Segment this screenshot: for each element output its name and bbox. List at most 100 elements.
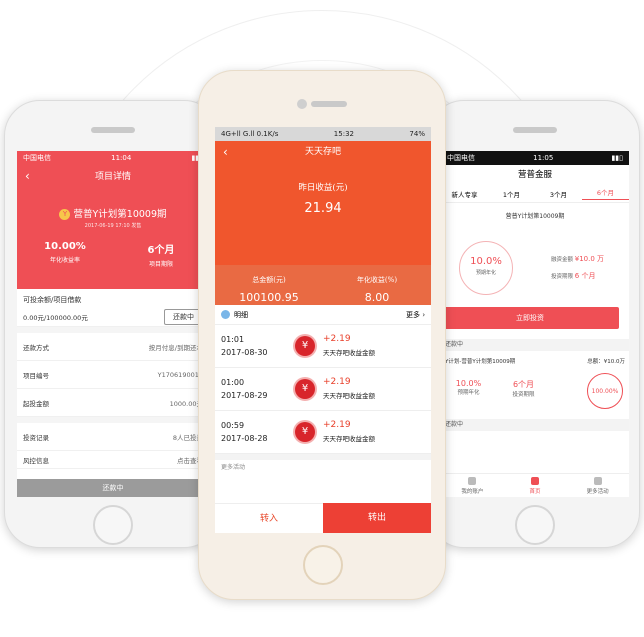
yesterday-label: 昨日收益(元) <box>298 183 348 193</box>
yesterday-value: 21.94 <box>304 201 342 216</box>
back-icon[interactable]: ‹ <box>223 141 228 163</box>
nav-label: 更多活动 <box>586 489 609 495</box>
annual-stat: 年化收益(%) 8.00 <box>323 265 431 305</box>
info-key: 风控信息 <box>23 456 49 465</box>
phone-left: 中国电信 11:04 ▮▮▯ ‹ 项目详情 Y营普Y计划第10009期 2017… <box>4 100 220 548</box>
back-icon[interactable]: ‹ <box>25 169 30 183</box>
battery-label: 74% <box>409 130 425 138</box>
plan-info: 融资金额 ¥10.0 万 投资期限 6 个月 <box>551 251 604 285</box>
rate-label: 预期年化 <box>475 270 496 276</box>
total-label: 总金额(元) <box>252 276 286 284</box>
info-row: 还款方式 按月付息/到期还本 <box>17 333 209 361</box>
record-amount: +2.19 天天存吧收益金额 <box>323 419 375 446</box>
summary-rate-value: 10.0% <box>455 379 482 388</box>
home-icon <box>531 477 539 485</box>
carrier-label: 中国电信 <box>23 154 51 162</box>
info-row: 项目编号 Y1706190011 <box>17 361 209 389</box>
speaker <box>311 101 347 107</box>
section-header: 还款中 <box>441 419 629 431</box>
record-time: 00:59 2017-08-28 <box>221 419 287 445</box>
repaying-footer-button[interactable]: 还款中 <box>17 479 209 497</box>
nav-label: 我的账户 <box>461 489 484 495</box>
page-title: 项目详情 <box>94 172 131 182</box>
tab-3-month[interactable]: 3个月 <box>535 189 582 199</box>
coin-icon: Y <box>59 209 71 220</box>
record-row[interactable]: 00:59 2017-08-28 ¥ +2.19 天天存吧收益金额 <box>215 411 431 454</box>
period-value: 6个月 <box>147 245 175 256</box>
grid-icon <box>593 477 602 485</box>
withdraw-button[interactable]: 转出 <box>323 503 431 533</box>
home-button <box>93 505 133 545</box>
detail-header: 明细 更多 › <box>215 305 431 325</box>
summary-period: 6个月 投资期限 <box>496 379 551 398</box>
record-clock: 00:59 <box>221 421 245 430</box>
record-time: 01:01 2017-08-30 <box>221 333 287 359</box>
detail-title: 明细 <box>221 310 248 320</box>
detail-label: 明细 <box>234 310 248 319</box>
home-button <box>515 505 555 545</box>
total-stat: 总金额(元) 100100.95 <box>215 265 323 305</box>
record-row[interactable]: 01:01 2017-08-30 ¥ +2.19 天天存吧收益金额 <box>215 325 431 368</box>
tab-1-month[interactable]: 1个月 <box>488 189 535 199</box>
bottom-nav: 我的账户 首页 更多活动 <box>441 473 629 497</box>
info-key: 项目编号 <box>23 371 49 380</box>
title-bar: ‹ 天天存吧 <box>215 141 431 163</box>
yen-icon: ¥ <box>295 379 315 399</box>
record-amount-value: +2.19 <box>323 419 351 430</box>
invest-now-button[interactable]: 立即投资 <box>441 307 619 329</box>
summary-period-value: 6个月 <box>512 380 535 389</box>
record-clock: 01:01 <box>221 335 245 344</box>
savings-stats: 总金额(元) 100100.95 年化收益(%) 8.00 <box>215 265 431 305</box>
record-date: 2017-08-28 <box>221 434 268 443</box>
camera <box>297 99 307 109</box>
nav-label: 首页 <box>529 489 541 495</box>
record-time: 01:00 2017-08-29 <box>221 376 287 402</box>
rate-value: 10.0% <box>470 256 502 267</box>
nav-more-activities[interactable]: 更多活动 <box>566 474 629 497</box>
speaker <box>91 127 135 133</box>
phone-center: 4G+ll G.ll 0.1K/s 15:32 74% ‹ 天天存吧 昨日收益(… <box>198 70 446 600</box>
app-title: 营普金服 <box>517 170 552 180</box>
info-key: 还款方式 <box>23 343 49 352</box>
rate-value: 10.00% <box>44 241 86 252</box>
period-label: 投资期限 <box>551 274 574 280</box>
period-tabs: 新人专享 1个月 3个月 6个月 <box>441 185 629 203</box>
record-row[interactable]: 01:00 2017-08-29 ¥ +2.19 天天存吧收益金额 <box>215 368 431 411</box>
tab-newcomer[interactable]: 新人专享 <box>441 189 488 199</box>
info-row: 起投金额 1000.00元 <box>17 389 209 417</box>
invest-record-row[interactable]: 投资记录 8人已投资 <box>17 423 209 451</box>
signal-label: 4G+ll G.ll 0.1K/s <box>221 130 279 138</box>
record-amount-value: +2.19 <box>323 333 351 344</box>
rate-label: 年化收益率 <box>49 257 80 264</box>
clock: 11:05 <box>533 154 554 162</box>
screen-project-detail: 中国电信 11:04 ▮▮▯ ‹ 项目详情 Y营普Y计划第10009期 2017… <box>17 151 209 497</box>
record-date: 2017-08-29 <box>221 391 268 400</box>
finance-line: 融资金额 ¥10.0 万 <box>551 251 604 268</box>
rate-circle: 10.0% 预期年化 <box>459 241 513 295</box>
partial-activity-row: 更多活动 <box>215 454 431 471</box>
record-date: 2017-08-30 <box>221 348 268 357</box>
info-value: 按月付息/到期还本 <box>148 343 203 352</box>
summary-rate: 10.0% 预期年化 <box>441 379 496 398</box>
tab-6-month[interactable]: 6个月 <box>582 187 629 200</box>
record-amount: +2.19 天天存吧收益金额 <box>323 333 375 360</box>
balance-value: 0.00元/100000.00元 <box>23 313 88 322</box>
balance-label: 可投余额/项目借款 <box>23 296 82 304</box>
more-link[interactable]: 更多 › <box>406 310 425 320</box>
page-title: 天天存吧 <box>304 147 341 157</box>
status-bar: 4G+ll G.ll 0.1K/s 15:32 74% <box>215 127 431 141</box>
yen-icon: ¥ <box>295 422 315 442</box>
info-key: 起投金额 <box>23 399 49 408</box>
total-value: 100100.95 <box>239 291 299 304</box>
period-label: 项目期限 <box>148 261 173 268</box>
progress-circle: 100.00% <box>587 373 623 409</box>
plan-date: 2017-06-19 17:10 发售 <box>84 223 142 229</box>
record-clock: 01:00 <box>221 378 245 387</box>
status-bar: 中国电信 11:05 ▮▮▯ <box>441 151 629 165</box>
deposit-button[interactable]: 转入 <box>215 503 323 533</box>
plan-name: 营普Y计划第10009期 <box>505 213 565 220</box>
nav-home[interactable]: 首页 <box>504 474 567 497</box>
nav-my-account[interactable]: 我的账户 <box>441 474 504 497</box>
risk-info-row[interactable]: 风控信息 点击查看 <box>17 451 209 469</box>
annual-label: 年化收益(%) <box>356 276 398 284</box>
